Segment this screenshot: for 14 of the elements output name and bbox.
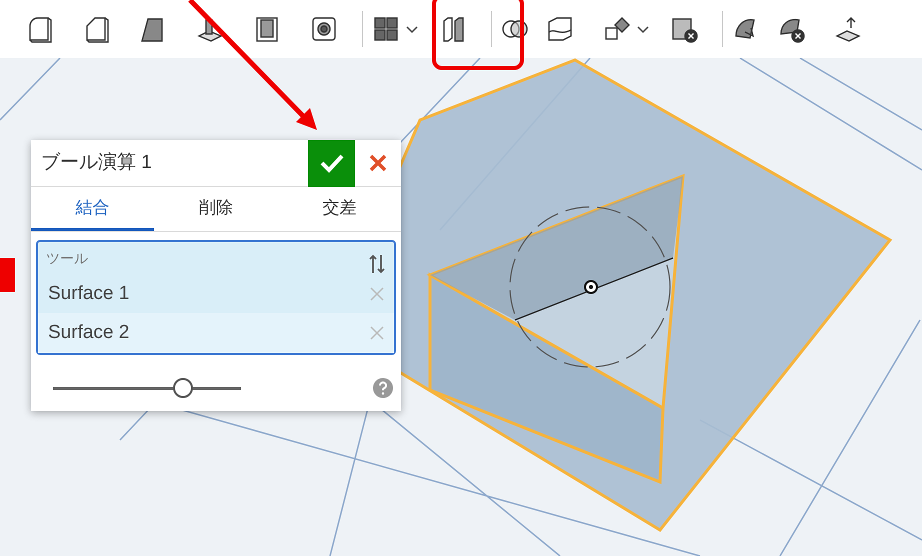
operation-tab[interactable]: 交差 xyxy=(278,187,401,231)
close-icon xyxy=(368,153,388,173)
help-icon[interactable] xyxy=(373,378,393,398)
operation-tab[interactable]: 削除 xyxy=(154,187,278,231)
slider-thumb[interactable] xyxy=(172,378,193,398)
tool-item[interactable]: Surface 2 xyxy=(38,313,394,353)
check-icon xyxy=(318,152,344,174)
tools-label: ツール xyxy=(46,249,88,268)
operation-tab[interactable]: 結合 xyxy=(31,187,154,231)
tools-list[interactable]: ツール Surface 1 Surface 2 xyxy=(36,240,396,355)
confirm-button[interactable] xyxy=(308,140,355,186)
annotation-marker xyxy=(0,258,15,292)
sort-icon[interactable] xyxy=(368,253,386,275)
dialog-title: ブール演算 1 xyxy=(40,150,153,175)
